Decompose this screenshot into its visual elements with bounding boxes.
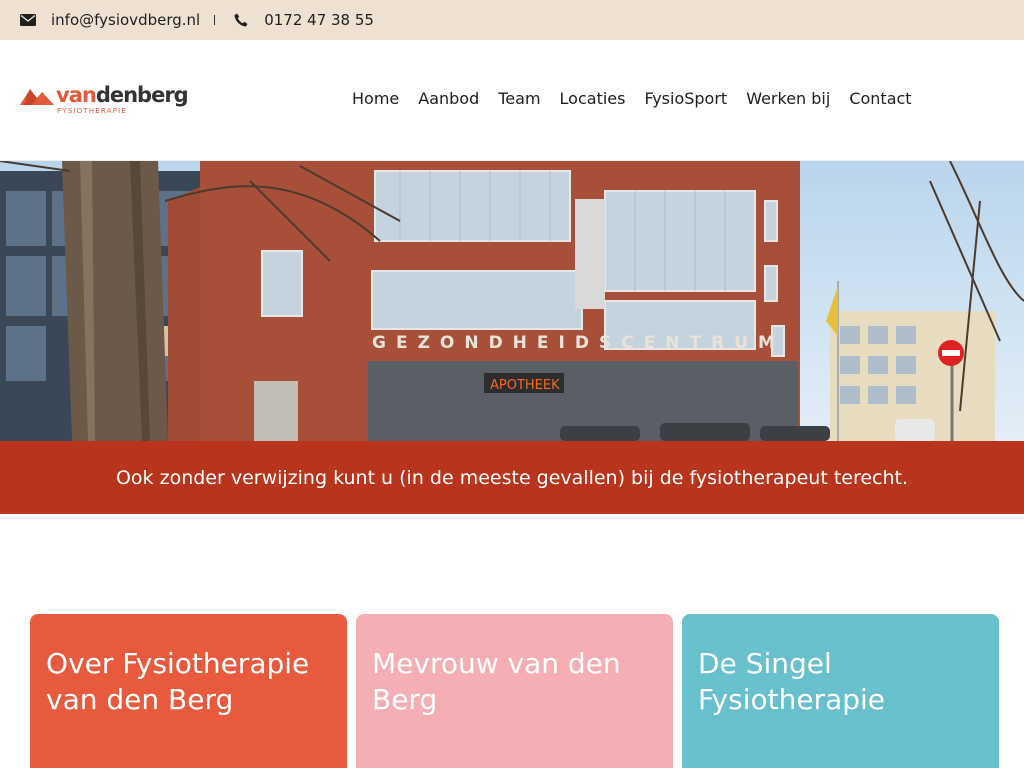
info-banner: Ook zonder verwijzing kunt u (in de mees… (0, 441, 1024, 514)
phone-icon (233, 12, 249, 28)
card-mevrouw-van-den-berg[interactable]: Mevrouw van den Berg (356, 614, 673, 768)
contact-bar: info@fysiovdberg.nl 0172 47 38 55 (0, 0, 1024, 40)
nav-team[interactable]: Team (498, 89, 540, 108)
nav-home[interactable]: Home (352, 89, 399, 108)
phone-text[interactable]: 0172 47 38 55 (264, 11, 374, 29)
envelope-icon (20, 12, 36, 28)
email-text[interactable]: info@fysiovdberg.nl (51, 11, 200, 29)
card-title: Mevrouw van den Berg (372, 647, 621, 716)
logo[interactable]: vandenberg FYSIOTHERAPIE (20, 82, 189, 118)
cards-row: Over Fysiotherapie van den Berg Mevrouw … (30, 614, 999, 768)
main-nav: Home Aanbod Team Locaties FysioSport Wer… (352, 89, 912, 108)
card-title: De Singel Fysiotherapie (698, 647, 886, 716)
logo-wordmark: vandenberg (56, 83, 189, 107)
card-de-singel[interactable]: De Singel Fysiotherapie (682, 614, 999, 768)
nav-fysiosport[interactable]: FysioSport (644, 89, 727, 108)
card-title: Over Fysiotherapie van den Berg (46, 647, 310, 716)
divider (214, 15, 216, 25)
shop-sign: APOTHEEK (490, 378, 560, 393)
building-photo: GEZONDHEIDSCENTRUM APOTHEEK (0, 161, 1024, 441)
email-link[interactable]: info@fysiovdberg.nl (20, 11, 200, 29)
site-header: vandenberg FYSIOTHERAPIE Home Aanbod Tea… (0, 40, 1024, 161)
building-sign: GEZONDHEIDSCENTRUM (372, 333, 785, 353)
nav-aanbod[interactable]: Aanbod (418, 89, 479, 108)
nav-locaties[interactable]: Locaties (560, 89, 626, 108)
nav-contact[interactable]: Contact (849, 89, 911, 108)
banner-text: Ook zonder verwijzing kunt u (in de mees… (115, 466, 909, 489)
phone-link[interactable]: 0172 47 38 55 (233, 11, 374, 29)
logo-tagline: FYSIOTHERAPIE (57, 107, 127, 115)
mountain-logo-icon (20, 89, 54, 105)
nav-werken-bij[interactable]: Werken bij (746, 89, 830, 108)
card-over-fysiotherapie[interactable]: Over Fysiotherapie van den Berg (30, 614, 347, 768)
hero-image: GEZONDHEIDSCENTRUM APOTHEEK (0, 161, 1024, 441)
